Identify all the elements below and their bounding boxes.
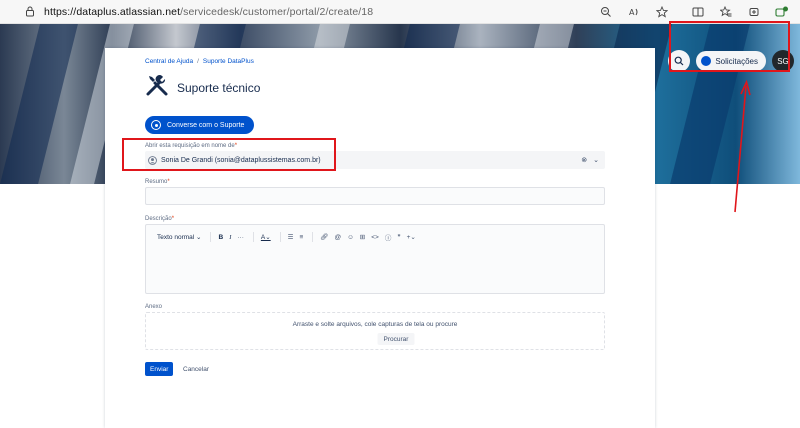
read-aloud-icon[interactable]: A [620,0,648,24]
url-host: https://dataplus.atlassian.net [44,5,181,18]
lock-icon[interactable] [22,4,38,20]
url-text[interactable]: https://dataplus.atlassian.net/servicede… [44,6,373,18]
extensions-icon[interactable] [768,0,796,24]
bullet-list-icon[interactable]: ☰ [288,231,294,243]
insert-more-icon[interactable]: +⌄ [407,231,416,243]
attachment-dropzone[interactable]: Arraste e solte arquivos, cole capturas … [145,312,605,350]
editor-toolbar: Texto normal ⌄ B I ··· A⌄ ☰ ≡ 🔗︎ @ ☺ ⊞ <… [157,231,422,243]
description-label: Descrição* [145,216,175,222]
chat-icon [151,120,161,130]
quote-icon[interactable]: ” [397,231,400,243]
request-form-card: Central de Ajuda / Suporte DataPlus Supo… [105,48,655,428]
cancel-button[interactable]: Cancelar [183,362,209,376]
attachment-hint: Arraste e solte arquivos, cole capturas … [292,321,458,328]
table-icon[interactable]: ⊞ [360,231,365,243]
chat-button-label: Converse com o Suporte [167,121,245,129]
summary-input[interactable] [145,187,605,205]
link-icon[interactable]: 🔗︎ [320,231,328,243]
toolbar-divider [252,232,254,242]
text-color-icon[interactable]: A⌄ [261,231,271,243]
breadcrumb: Central de Ajuda / Suporte DataPlus [145,58,254,65]
italic-button[interactable]: I [229,231,231,243]
more-formatting-button[interactable]: ··· [237,231,244,243]
clear-icon[interactable]: ⊗ [581,156,587,164]
chat-with-support-button[interactable]: Converse com o Suporte [145,116,255,134]
split-screen-icon[interactable] [684,0,712,24]
page-title: Suporte técnico [177,80,261,95]
toolbar-divider [210,232,212,242]
svg-text:A: A [629,8,635,17]
numbered-list-icon[interactable]: ≡ [299,231,303,243]
favorites-icon[interactable] [712,0,740,24]
browse-button[interactable]: Procurar [377,333,415,345]
collections-icon[interactable] [740,0,768,24]
annotation-box-on-behalf [122,138,336,171]
breadcrumb-help-center[interactable]: Central de Ajuda [145,58,193,65]
bold-button[interactable]: B [218,231,223,243]
annotation-arrow [734,79,751,213]
mention-icon[interactable]: @ [335,231,342,243]
tools-icon [145,73,169,102]
attachment-label: Anexo [145,304,163,310]
text-style-dropdown[interactable]: Texto normal ⌄ [157,231,201,243]
annotation-box-header [669,21,790,72]
info-panel-icon[interactable]: ⓘ [385,231,392,243]
url-path: /servicedesk/customer/portal/2/create/18 [180,5,374,18]
toolbar-divider [312,232,314,242]
zoom-icon[interactable] [592,0,620,24]
summary-label: Resumo* [145,179,170,185]
address-bar[interactable]: https://dataplus.atlassian.net/servicede… [0,0,592,24]
chevron-down-icon[interactable]: ⌄ [593,156,599,164]
breadcrumb-separator: / [197,58,199,65]
code-icon[interactable]: <> [371,231,379,243]
favorite-star-icon[interactable] [648,0,676,24]
emoji-icon[interactable]: ☺ [347,231,354,243]
submit-button[interactable]: Enviar [145,362,174,376]
toolbar-divider [279,232,281,242]
breadcrumb-portal[interactable]: Suporte DataPlus [203,58,254,65]
